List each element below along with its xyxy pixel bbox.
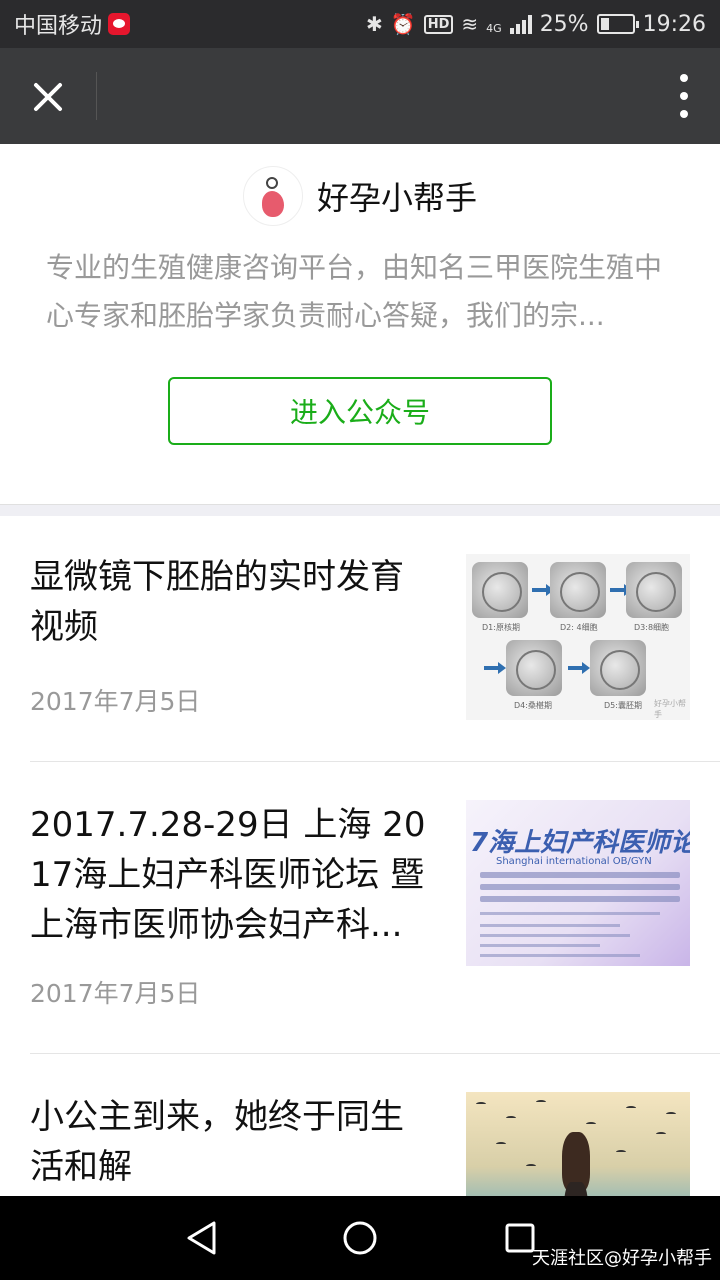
- carrier-name: 中国移动: [14, 14, 103, 39]
- watermark-text: 天涯社区@好孕小帮手: [532, 1248, 712, 1269]
- article-date: 2017年7月5日: [30, 979, 201, 1008]
- girl-figure: [558, 1132, 594, 1196]
- bluetooth-icon: ✱: [366, 12, 383, 36]
- embryo-label: D1:原核期: [482, 623, 520, 632]
- account-header: 好孕小帮手: [0, 166, 720, 226]
- hd-icon: HD: [423, 14, 454, 34]
- article-item[interactable]: 显微镜下胚胎的实时发育视频 2017年7月5日 D1:原核期 D2: 4细胞 D…: [0, 516, 720, 762]
- embryo-label: D2: 4细胞: [560, 623, 598, 632]
- article-title: 2017.7.28-29日 上海 2017海上妇产科医师论坛 暨上海市医师协会妇…: [30, 805, 426, 945]
- article-list: 显微镜下胚胎的实时发育视频 2017年7月5日 D1:原核期 D2: 4细胞 D…: [0, 516, 720, 1196]
- article-thumbnail: [466, 1092, 690, 1196]
- status-bar: 中国移动 ✱ ⏰ HD ≋ 4G 25% 19:26: [0, 0, 720, 48]
- weibo-icon: [108, 13, 131, 35]
- signal-icon: [509, 14, 532, 34]
- nav-divider: [96, 72, 97, 120]
- account-profile-card: 好孕小帮手 专业的生殖健康咨询平台，由知名三甲医院生殖中心专家和胚胎学家负责耐心…: [0, 144, 720, 504]
- article-title: 显微镜下胚胎的实时发育视频: [30, 557, 404, 647]
- article-item[interactable]: 2017.7.28-29日 上海 2017海上妇产科医师论坛 暨上海市医师协会妇…: [0, 762, 720, 1054]
- article-thumbnail: D1:原核期 D2: 4细胞 D3:8细胞 D4:桑椹期 D5:囊胚期 好孕小帮…: [466, 554, 690, 720]
- wifi-icon: ≋: [461, 12, 479, 36]
- embryo-label: D5:囊胚期: [604, 701, 642, 710]
- thumbnail-subheading: Shanghai international OB/GYN: [496, 856, 652, 867]
- network-type: 4G: [486, 21, 502, 35]
- article-thumbnail: 7海上妇产科医师论 Shanghai international OB/GYN: [466, 800, 690, 966]
- article-title: 小公主到来，她终于同生活和解: [30, 1097, 404, 1187]
- enter-account-button[interactable]: 进入公众号: [168, 377, 552, 445]
- avatar[interactable]: [242, 166, 303, 226]
- close-icon[interactable]: [18, 66, 78, 126]
- battery-percent: 25%: [539, 11, 589, 37]
- top-nav-bar: [0, 48, 720, 144]
- article-item[interactable]: 小公主到来，她终于同生活和解: [0, 1054, 720, 1196]
- thumbnail-heading: 7海上妇产科医师论: [470, 828, 690, 858]
- system-nav-bar: 天涯社区@好孕小帮手: [0, 1196, 720, 1280]
- embryo-label: D3:8细胞: [634, 623, 670, 632]
- more-vertical-icon[interactable]: [676, 74, 692, 118]
- home-circle-icon[interactable]: [342, 1220, 378, 1256]
- clock: 19:26: [642, 11, 706, 37]
- battery-icon: [596, 14, 639, 34]
- account-name: 好孕小帮手: [316, 179, 477, 217]
- account-description: 专业的生殖健康咨询平台，由知名三甲医院生殖中心专家和胚胎学家负责耐心答疑，我们的…: [46, 251, 663, 332]
- section-divider: [0, 504, 720, 516]
- alarm-icon: ⏰: [390, 12, 416, 36]
- carrier-group: 中国移动: [14, 8, 131, 40]
- article-date: 2017年7月5日: [30, 687, 201, 716]
- thumbnail-watermark: 好孕小帮手: [654, 699, 686, 719]
- status-icons: ✱ ⏰ HD ≋ 4G 25% 19:26: [366, 12, 706, 37]
- embryo-label: D4:桑椹期: [514, 701, 552, 710]
